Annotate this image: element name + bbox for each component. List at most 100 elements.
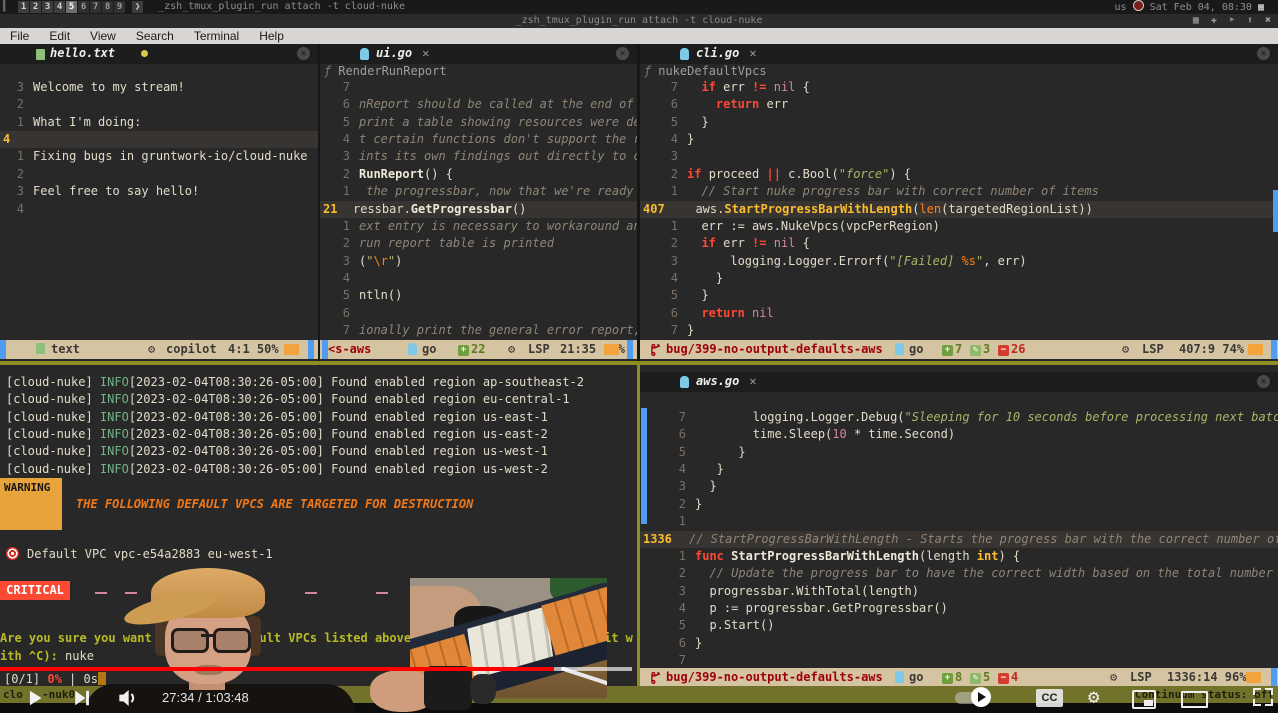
tmux-window-9[interactable]: 9 [114, 1, 125, 13]
code-line[interactable]: 1 // Start nuke progress bar with correc… [640, 183, 1278, 200]
miniplayer-icon[interactable] [1132, 690, 1156, 709]
code-line[interactable]: 2 [0, 166, 318, 183]
yt-progress-played[interactable] [0, 667, 554, 671]
window-control-icons[interactable]: ▦ ✚ ➤ ⬆ ✖ [1193, 14, 1274, 28]
next-icon[interactable] [68, 685, 94, 711]
tmux-window-4[interactable]: 4 [54, 1, 65, 13]
code-line[interactable]: 21ressbar.GetProgressbar() [320, 201, 637, 218]
tmux-window-5[interactable]: 5 [66, 1, 77, 13]
code-line[interactable]: 7ionally print the general error report,… [320, 322, 637, 339]
yt-progress-buffered[interactable] [554, 667, 632, 671]
autoplay-toggle[interactable] [955, 692, 989, 704]
code-line[interactable]: 1 [640, 513, 1278, 530]
tmux-window-2[interactable]: 2 [30, 1, 41, 13]
code-line[interactable]: 5 } [640, 114, 1278, 131]
code-line[interactable]: 4t certain functions don't support the r… [320, 131, 637, 148]
tmux-window-6[interactable]: 6 [78, 1, 89, 13]
code-line[interactable]: 2run report table is printed [320, 235, 637, 252]
scrollbar-strip[interactable] [627, 340, 633, 359]
code-line[interactable]: 1ext entry is necessary to workaround an… [320, 218, 637, 235]
code-line[interactable]: 3 progressbar.WithTotal(length) [640, 583, 1278, 600]
code-line[interactable]: 6 [320, 305, 637, 322]
code-line[interactable]: 1Fixing bugs in gruntwork-io/cloud-nuke [0, 148, 318, 165]
play-icon[interactable] [22, 685, 48, 711]
fullscreen-icon[interactable] [1253, 688, 1273, 706]
code-line[interactable]: 2 // Update the progress bar to have the… [640, 565, 1278, 582]
menu-view[interactable]: View [80, 28, 126, 44]
code-line[interactable]: 5 p.Start() [640, 617, 1278, 634]
code-line[interactable]: 4} [640, 131, 1278, 148]
code-line[interactable]: 3 [640, 148, 1278, 165]
code-line[interactable]: 6 return nil [640, 305, 1278, 322]
code-line[interactable]: 5 } [640, 287, 1278, 304]
theater-icon[interactable] [1181, 691, 1208, 708]
code-line[interactable]: 5 } [640, 444, 1278, 461]
code-line[interactable]: 6 return err [640, 96, 1278, 113]
code-line[interactable]: 2 [0, 96, 318, 113]
code-line[interactable]: 6} [640, 635, 1278, 652]
menu-edit[interactable]: Edit [39, 28, 80, 44]
scrollbar-strip[interactable] [308, 340, 314, 359]
close-icon[interactable]: ✕ [616, 47, 629, 60]
code-line[interactable]: 4 p := progressbar.GetProgressbar() [640, 600, 1278, 617]
code-ui[interactable]: 76nReport should be called at the end of… [320, 79, 637, 339]
code-line[interactable]: 7 [640, 652, 1278, 669]
tmux-window-1[interactable]: 1 [18, 1, 29, 13]
code-line[interactable]: 1336// StartProgressBarWithLength - Star… [640, 531, 1278, 548]
code-line[interactable]: 3Welcome to my stream! [0, 79, 318, 96]
code-line[interactable]: 4 [0, 131, 318, 148]
code-line[interactable]: 2RunReport() { [320, 166, 637, 183]
code-line[interactable]: 3Feel free to say hello! [0, 183, 318, 200]
code-line[interactable]: 3 } [640, 478, 1278, 495]
settings-gear-icon[interactable]: ⚙ [1088, 687, 1099, 707]
close-icon[interactable]: ✕ [1257, 375, 1270, 388]
cc-icon[interactable]: CC [1036, 689, 1063, 707]
code-line[interactable]: 2if proceed || c.Bool("force") { [640, 166, 1278, 183]
code-line[interactable]: 3 logging.Logger.Errorf("[Failed] %s", e… [640, 253, 1278, 270]
scrollbar-strip[interactable] [322, 340, 328, 359]
code-line[interactable]: 1What I'm doing: [0, 114, 318, 131]
code-line[interactable]: 4 } [640, 461, 1278, 478]
code-hello[interactable]: 3Welcome to my stream!21What I'm doing:4… [0, 79, 318, 218]
code-line[interactable]: 6nReport should be called at the end of … [320, 96, 637, 113]
tab-cli-go[interactable]: cli.go✕ [696, 46, 757, 60]
volume-icon[interactable] [114, 686, 138, 710]
tmux-window-7[interactable]: 7 [90, 1, 101, 13]
code-line[interactable]: 5print a table showing resources were de… [320, 114, 637, 131]
code-line[interactable]: 2} [640, 496, 1278, 513]
code-line[interactable]: 7 [320, 79, 637, 96]
keyboard-layout[interactable]: us [1114, 2, 1126, 13]
scrollbar-strip[interactable] [0, 340, 6, 359]
code-line[interactable]: 6 time.Sleep(10 * time.Second) [640, 426, 1278, 443]
menu-search[interactable]: Search [126, 28, 184, 44]
tmux-window-list[interactable]: 123456789 [18, 1, 126, 12]
code-line[interactable]: 1 the progressbar, now that we're ready … [320, 183, 637, 200]
code-line[interactable]: 4 } [640, 270, 1278, 287]
tmux-window-3[interactable]: 3 [42, 1, 53, 13]
code-line[interactable]: 7} [640, 322, 1278, 339]
code-line[interactable]: 1 err := aws.NukeVpcs(vpcPerRegion) [640, 218, 1278, 235]
code-aws[interactable]: 7 logging.Logger.Debug("Sleeping for 10 … [640, 409, 1278, 669]
menu-terminal[interactable]: Terminal [184, 28, 249, 44]
code-line[interactable]: 7 logging.Logger.Debug("Sleeping for 10 … [640, 409, 1278, 426]
tab-hello-txt[interactable]: hello.txt [50, 46, 148, 60]
pane-divider[interactable] [637, 44, 640, 366]
tab-aws-go[interactable]: aws.go✕ [696, 374, 757, 388]
code-line[interactable]: 3ints its own findings out directly to o… [320, 148, 637, 165]
code-line[interactable]: 7 if err != nil { [640, 79, 1278, 96]
tmux-window-8[interactable]: 8 [102, 1, 113, 13]
code-cli[interactable]: 7 if err != nil {6 return err5 }4}32if p… [640, 79, 1278, 339]
code-line[interactable]: 2 if err != nil { [640, 235, 1278, 252]
scrollbar-strip[interactable] [1271, 340, 1277, 359]
menu-file[interactable]: File [0, 28, 39, 44]
tab-close-icon[interactable]: ✕ [749, 374, 756, 388]
tab-close-icon[interactable]: ✕ [749, 46, 756, 60]
code-line[interactable]: 3("\r") [320, 253, 637, 270]
tab-close-icon[interactable]: ✕ [422, 46, 429, 60]
close-icon[interactable]: ✕ [297, 47, 310, 60]
code-line[interactable]: 407 aws.StartProgressBarWithLength(len(t… [640, 201, 1278, 218]
code-line[interactable]: 4 [0, 201, 318, 218]
grid-icon[interactable]: ▦ [1258, 2, 1264, 13]
code-line[interactable]: 5ntln() [320, 287, 637, 304]
close-icon[interactable]: ✕ [1257, 47, 1270, 60]
